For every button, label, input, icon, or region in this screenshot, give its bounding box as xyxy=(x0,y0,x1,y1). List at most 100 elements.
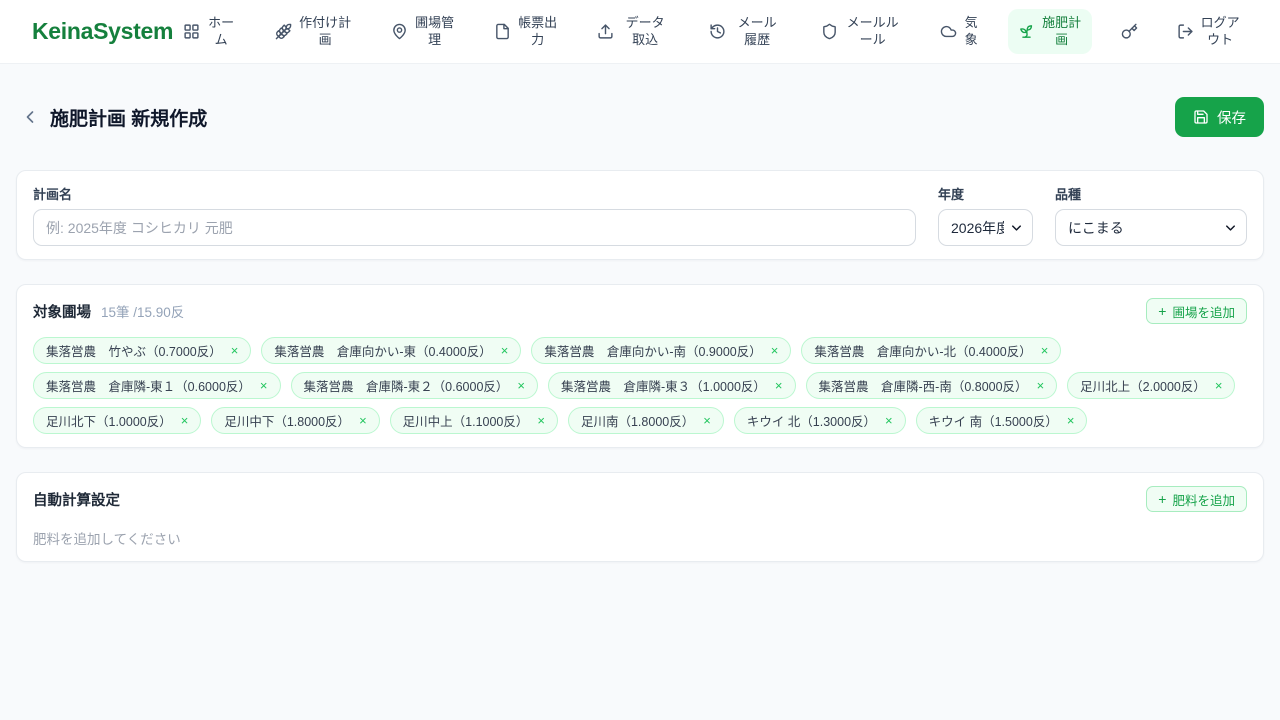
tag-remove-icon[interactable]: × xyxy=(517,379,525,392)
field-tag-label: 足川北下（1.0000反） xyxy=(46,415,172,429)
tag-remove-icon[interactable]: × xyxy=(771,344,779,357)
year-field-group: 年度 2026年度 xyxy=(938,184,1033,246)
tag-remove-icon[interactable]: × xyxy=(359,414,367,427)
tag-remove-icon[interactable]: × xyxy=(1037,379,1045,392)
history-icon xyxy=(709,23,726,40)
variety-field-group: 品種 にこまる xyxy=(1055,184,1247,246)
app-logo[interactable]: KeinaSystem xyxy=(32,18,173,45)
save-icon xyxy=(1193,109,1209,125)
nav-item-label: ホーム xyxy=(208,14,235,47)
year-label: 年度 xyxy=(938,187,965,202)
target-fields-card: 対象圃場 15筆 /15.90反 + 圃場を追加 集落営農 竹やぶ（0.7000… xyxy=(16,284,1264,448)
tag-remove-icon[interactable]: × xyxy=(181,414,189,427)
save-button-label: 保存 xyxy=(1217,110,1246,127)
tag-remove-icon[interactable]: × xyxy=(1215,379,1223,392)
tag-remove-icon[interactable]: × xyxy=(885,414,893,427)
nav-item[interactable]: メールルール xyxy=(811,9,911,55)
nav-menu: ホーム 作付け計画 圃場管理 帳票出力 データ取込 メール履歴 メールルール 気… xyxy=(173,8,1250,55)
sprout-icon xyxy=(1018,23,1035,40)
variety-label: 品種 xyxy=(1055,187,1082,202)
tag-remove-icon[interactable]: × xyxy=(775,379,783,392)
nav-item-label: メール履歴 xyxy=(737,14,777,47)
nav-item[interactable]: 気象 xyxy=(930,9,989,55)
back-button[interactable] xyxy=(16,103,44,131)
field-tag: 集落営農 倉庫隣-東１（0.6000反） × xyxy=(33,372,281,399)
nav-item[interactable]: ホーム xyxy=(173,9,246,55)
auto-calc-empty-message: 肥料を追加してください xyxy=(33,532,181,547)
nav-item-label: データ取込 xyxy=(625,14,665,47)
nav-item-label: 圃場管理 xyxy=(415,14,455,47)
target-fields-summary: 15筆 /15.90反 xyxy=(101,305,185,320)
field-tag: 集落営農 倉庫隣-東２（0.6000反） × xyxy=(290,372,538,399)
nav-item-label: 気象 xyxy=(964,14,978,47)
tag-remove-icon[interactable]: × xyxy=(1067,414,1075,427)
field-tag: 足川北下（1.0000反） × xyxy=(33,407,202,434)
field-tag-label: キウイ 南（1.5000反） xyxy=(928,415,1058,429)
variety-select[interactable]: にこまる xyxy=(1055,209,1247,246)
save-button[interactable]: 保存 xyxy=(1175,97,1264,137)
field-tag: 集落営農 倉庫向かい-南（0.9000反） × xyxy=(531,337,792,364)
field-tag-label: 集落営農 倉庫向かい-北（0.4000反） xyxy=(814,345,1032,359)
tag-remove-icon[interactable]: × xyxy=(537,414,545,427)
add-fertilizer-button-label: 肥料を追加 xyxy=(1172,493,1235,508)
auto-calc-card: 自動計算設定 + 肥料を追加 肥料を追加してください xyxy=(16,472,1264,562)
map-pin-icon xyxy=(391,23,408,40)
tag-remove-icon[interactable]: × xyxy=(703,414,711,427)
field-tag-label: 足川中下（1.8000反） xyxy=(224,415,351,429)
field-tag: 集落営農 倉庫隣-西-南（0.8000反） × xyxy=(805,372,1058,399)
field-tag-label: 集落営農 倉庫隣-東３（1.0000反） xyxy=(561,380,766,394)
field-tag: 集落営農 倉庫向かい-東（0.4000反） × xyxy=(261,337,522,364)
nav-item[interactable]: メール履歴 xyxy=(699,9,792,55)
shield-icon xyxy=(821,23,838,40)
nav-item[interactable]: ログアウト xyxy=(1167,9,1250,55)
plan-info-card: 計画名 年度 2026年度 品種 にこまる xyxy=(16,170,1264,260)
tag-remove-icon[interactable]: × xyxy=(231,344,239,357)
nav-item-label: 作付け計画 xyxy=(299,14,352,47)
upload-icon xyxy=(597,23,614,40)
field-tag-label: 集落営農 倉庫向かい-南（0.9000反） xyxy=(544,345,762,359)
field-tag: 集落営農 竹やぶ（0.7000反） × xyxy=(33,337,252,364)
field-tag: 集落営農 倉庫向かい-北（0.4000反） × xyxy=(801,337,1062,364)
nav-item[interactable]: 作付け計画 xyxy=(265,9,362,55)
field-tag: キウイ 南（1.5000反） × xyxy=(915,407,1088,434)
field-tag: 足川北上（2.0000反） × xyxy=(1067,372,1236,399)
top-navigation-bar: KeinaSystem ホーム 作付け計画 圃場管理 帳票出力 データ取込 メー… xyxy=(0,0,1280,64)
nav-item[interactable]: データ取込 xyxy=(587,9,680,55)
tag-remove-icon[interactable]: × xyxy=(501,344,509,357)
nav-item[interactable]: 帳票出力 xyxy=(484,9,568,55)
nav-item[interactable]: 施肥計画 xyxy=(1008,8,1093,55)
field-tag-label: 集落営農 倉庫隣-西-南（0.8000反） xyxy=(818,380,1028,394)
nav-item-label: 帳票出力 xyxy=(518,14,558,47)
cloud-icon xyxy=(940,23,957,40)
tag-remove-icon[interactable]: × xyxy=(260,379,268,392)
field-tag: 集落営農 倉庫隣-東３（1.0000反） × xyxy=(548,372,796,399)
plus-icon: + xyxy=(1158,491,1167,507)
plan-name-input[interactable] xyxy=(33,209,916,246)
field-tag: 足川中上（1.1000反） × xyxy=(389,407,558,434)
nav-item[interactable]: 圃場管理 xyxy=(381,9,465,55)
nav-item-label: 施肥計画 xyxy=(1042,14,1082,47)
year-select[interactable]: 2026年度 xyxy=(938,209,1033,246)
logout-icon xyxy=(1177,23,1194,40)
nav-item[interactable] xyxy=(1111,17,1148,46)
field-tag-label: 足川南（1.8000反） xyxy=(580,415,695,429)
add-field-button-label: 圃場を追加 xyxy=(1172,305,1235,320)
field-tag-label: 集落営農 倉庫隣-東２（0.6000反） xyxy=(303,380,509,394)
nav-item-label: メールルール xyxy=(846,14,899,47)
page-title: 施肥計画 新規作成 xyxy=(50,108,208,130)
target-fields-title: 対象圃場 xyxy=(33,304,91,321)
nav-item-label: ログアウト xyxy=(1200,14,1240,47)
add-field-button[interactable]: + 圃場を追加 xyxy=(1146,298,1247,324)
key-icon xyxy=(1121,23,1138,40)
plus-icon: + xyxy=(1158,303,1167,319)
wheat-icon xyxy=(275,23,292,40)
field-tag-label: 集落営農 倉庫向かい-東（0.4000反） xyxy=(274,345,492,359)
field-tag: 足川南（1.8000反） × xyxy=(567,407,724,434)
chevron-left-icon xyxy=(20,107,40,127)
field-tag-list: 集落営農 竹やぶ（0.7000反） × 集落営農 倉庫向かい-東（0.4000反… xyxy=(33,337,1247,434)
field-tag-label: キウイ 北（1.3000反） xyxy=(746,415,877,429)
add-fertilizer-button[interactable]: + 肥料を追加 xyxy=(1146,486,1247,512)
field-tag: キウイ 北（1.3000反） × xyxy=(733,407,906,434)
page-header: 施肥計画 新規作成 保存 xyxy=(16,97,1264,137)
tag-remove-icon[interactable]: × xyxy=(1041,344,1049,357)
